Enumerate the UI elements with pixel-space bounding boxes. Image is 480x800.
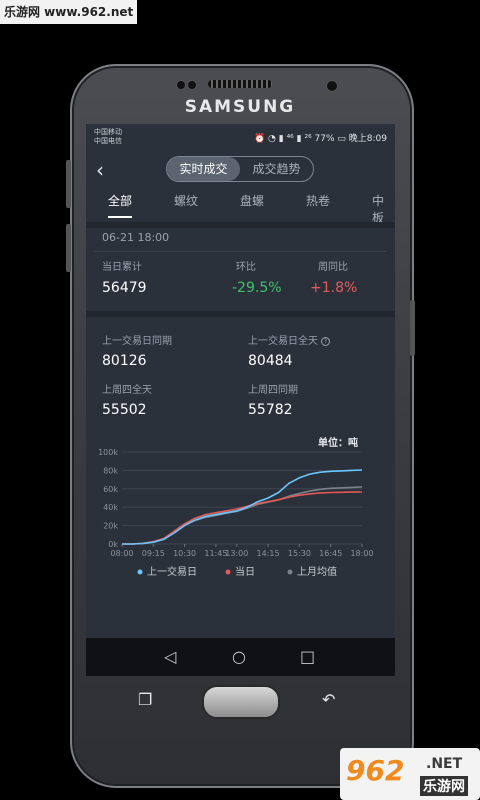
recent-apps-icon: ❐ bbox=[138, 690, 153, 709]
front-sensor-2 bbox=[187, 80, 197, 90]
series-line-1 bbox=[122, 491, 363, 545]
android-nav-bar: ◁ ○ □ bbox=[86, 638, 395, 676]
y-tick-label: 20k bbox=[103, 522, 118, 531]
prev-same-value: 80126 bbox=[102, 353, 147, 369]
front-sensor bbox=[176, 80, 186, 90]
carrier-info: 中国移动 中国电信 bbox=[94, 128, 122, 146]
view-segmented-control: 实时成交 成交趋势 bbox=[166, 156, 314, 182]
tab-all[interactable]: 全部 bbox=[108, 192, 132, 209]
watermark-net: .NET bbox=[426, 756, 463, 772]
hw-back-button[interactable]: ↶ bbox=[322, 690, 335, 709]
legend-label-2: 上月均值 bbox=[297, 565, 337, 578]
cum-label: 当日累计 bbox=[102, 262, 142, 273]
y-tick-label: 40k bbox=[103, 503, 118, 512]
front-camera bbox=[326, 80, 338, 92]
watermark-site: 乐游网 bbox=[420, 776, 468, 796]
volume-down-button bbox=[66, 224, 71, 272]
app-screen: 中国移动 中国电信 ⏰ ◔ ▮ ⁴⁶ ▮ ²⁶ 77% ▭ 晚上8:09 ‹ 实… bbox=[86, 124, 395, 676]
hw-recent-button[interactable]: ❐ bbox=[138, 690, 152, 709]
prev-full-label: 上一交易日全天? bbox=[248, 332, 330, 347]
mom-value: -29.5% bbox=[232, 280, 282, 296]
tab-plate[interactable]: 中板 bbox=[372, 192, 395, 226]
watermark-bottom: 962 .NET 乐游网 bbox=[340, 748, 480, 800]
chevron-left-icon: ‹ bbox=[96, 158, 104, 182]
cum-value: 56479 bbox=[102, 280, 147, 296]
lastweek-same-label: 上周四同期 bbox=[248, 385, 298, 396]
nav-back-button[interactable]: ◁ bbox=[164, 647, 176, 666]
y-tick-label: 100k bbox=[98, 448, 118, 457]
wow-value: +1.8% bbox=[310, 280, 358, 296]
legend-label-0: 上一交易日 bbox=[147, 565, 197, 578]
tab-indicator bbox=[108, 216, 132, 218]
seg-trend[interactable]: 成交趋势 bbox=[240, 157, 313, 181]
tab-hot-coil[interactable]: 热卷 bbox=[306, 192, 330, 209]
wow-label: 周同比 bbox=[318, 262, 348, 273]
tab-rebar[interactable]: 螺纹 bbox=[174, 192, 198, 209]
earpiece-speaker bbox=[208, 80, 272, 88]
x-tick-label: 13:00 bbox=[225, 549, 248, 558]
triangle-back-icon: ◁ bbox=[164, 647, 177, 666]
y-tick-label: 80k bbox=[103, 466, 118, 475]
x-tick-label: 14:15 bbox=[257, 549, 280, 558]
prev-same-label: 上一交易日同期 bbox=[102, 336, 172, 347]
section-divider bbox=[86, 222, 395, 228]
carrier-2: 中国电信 bbox=[94, 137, 122, 145]
legend-marker-2 bbox=[287, 569, 293, 575]
status-bar: 中国移动 中国电信 ⏰ ◔ ▮ ⁴⁶ ▮ ²⁶ 77% ▭ 晚上8:09 bbox=[86, 124, 395, 150]
series-line-2 bbox=[122, 486, 363, 545]
summary-datetime: 06-21 18:00 bbox=[102, 231, 170, 244]
square-recent-icon: □ bbox=[300, 647, 316, 666]
x-tick-label: 15:30 bbox=[288, 549, 311, 558]
x-tick-label: 18:00 bbox=[350, 549, 373, 558]
prev-full-label-text: 上一交易日全天 bbox=[248, 336, 318, 347]
mom-label: 环比 bbox=[236, 262, 256, 273]
device-brand: SAMSUNG bbox=[184, 97, 296, 117]
watermark-top: 乐游网 www.962.net bbox=[0, 0, 138, 24]
watermark-logo: 962 bbox=[346, 754, 405, 787]
chart-unit-label: 单位：吨 bbox=[318, 436, 358, 449]
y-tick-label: 0k bbox=[108, 540, 118, 549]
prev-full-value: 80484 bbox=[248, 353, 293, 369]
circle-home-icon: ○ bbox=[232, 647, 246, 666]
lastweek-full-label: 上周四全天 bbox=[102, 385, 152, 396]
y-tick-label: 60k bbox=[103, 485, 118, 494]
volume-up-button bbox=[66, 160, 71, 208]
x-tick-label: 08:00 bbox=[110, 549, 133, 558]
nav-home-button[interactable]: ○ bbox=[232, 647, 246, 666]
nav-recent-button[interactable]: □ bbox=[300, 647, 315, 666]
legend-marker-0 bbox=[137, 569, 143, 575]
divider-line bbox=[94, 251, 387, 252]
x-tick-label: 10:30 bbox=[173, 549, 196, 558]
hw-home-button[interactable] bbox=[202, 685, 280, 719]
seg-realtime[interactable]: 实时成交 bbox=[167, 157, 240, 181]
category-tabs: 全部 螺纹 盘螺 热卷 中板 bbox=[86, 190, 395, 225]
section-divider-2 bbox=[86, 311, 395, 317]
lastweek-full-value: 55502 bbox=[102, 402, 147, 418]
return-arrow-icon: ↶ bbox=[322, 690, 336, 709]
x-tick-label: 09:15 bbox=[142, 549, 165, 558]
volume-chart: 单位：吨 0k 20k 40k 60k 80k 100k 08:00 09:15 10:30 11:… bbox=[98, 436, 373, 578]
x-tick-label: 16:45 bbox=[319, 549, 342, 558]
power-button bbox=[410, 300, 415, 356]
legend-label-1: 当日 bbox=[235, 565, 255, 578]
legend-marker-1 bbox=[225, 569, 231, 575]
x-tick-label: 11:45 bbox=[204, 549, 227, 558]
carrier-1: 中国移动 bbox=[94, 128, 122, 136]
back-button[interactable]: ‹ bbox=[96, 158, 104, 182]
tab-wire-rod[interactable]: 盘螺 bbox=[240, 192, 264, 209]
lastweek-same-value: 55782 bbox=[248, 402, 293, 418]
status-right: ⏰ ◔ ▮ ⁴⁶ ▮ ²⁶ 77% ▭ 晚上8:09 bbox=[253, 134, 387, 144]
question-icon[interactable]: ? bbox=[321, 336, 330, 346]
